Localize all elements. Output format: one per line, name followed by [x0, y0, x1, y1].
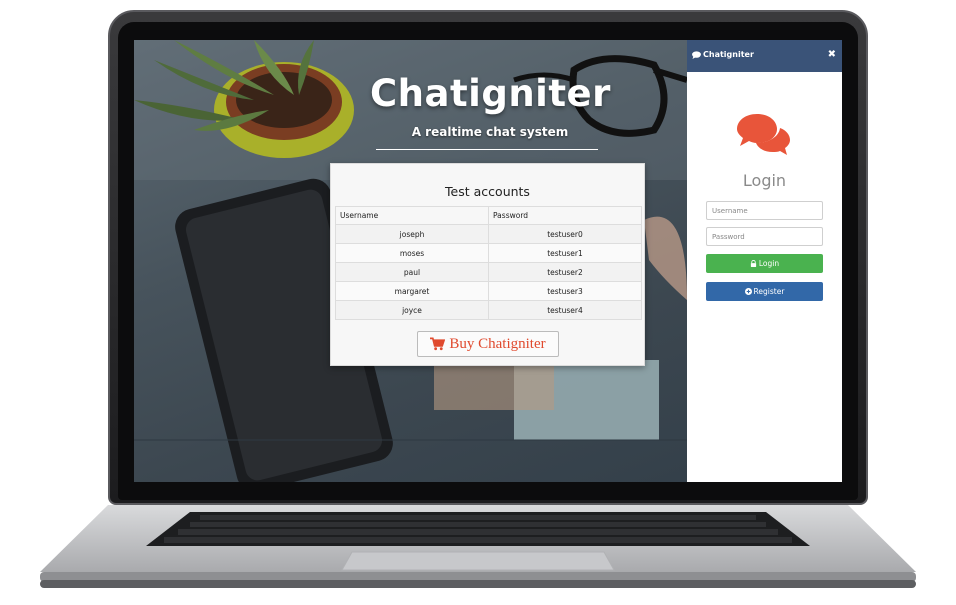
username-cell: joyce — [335, 300, 489, 320]
table-header-row: Username Password — [335, 206, 642, 225]
register-button-label: Register — [753, 287, 785, 296]
cart-icon — [430, 337, 446, 351]
password-cell: testuser0 — [488, 224, 642, 244]
buy-chatigniter-button[interactable]: Buy Chatigniter — [417, 331, 559, 357]
chat-login-panel: Chatigniter ✖ Login Login Register — [687, 40, 842, 482]
username-input[interactable] — [706, 201, 823, 220]
chat-bubble-icon — [692, 50, 701, 59]
table-row: margaret testuser3 — [335, 281, 642, 301]
username-cell: paul — [335, 262, 489, 282]
password-cell: testuser1 — [488, 243, 642, 263]
accounts-table: Username Password joseph testuser0 moses… — [335, 206, 642, 320]
register-button[interactable]: Register — [706, 282, 823, 301]
laptop-base — [40, 500, 916, 590]
plus-circle-icon — [744, 288, 752, 295]
panel-brand: Chatigniter — [692, 50, 754, 59]
username-cell: moses — [335, 243, 489, 263]
password-cell: testuser4 — [488, 300, 642, 320]
test-accounts-card: Test accounts Username Password joseph t… — [330, 163, 645, 366]
username-cell: margaret — [335, 281, 489, 301]
card-title: Test accounts — [445, 184, 530, 199]
login-button[interactable]: Login — [706, 254, 823, 273]
password-input[interactable] — [706, 227, 823, 246]
password-cell: testuser3 — [488, 281, 642, 301]
table-row: joyce testuser4 — [335, 300, 642, 320]
column-header-password: Password — [488, 206, 642, 225]
lock-icon — [750, 260, 756, 267]
chat-bubbles-icon — [737, 114, 790, 155]
login-button-label: Login — [758, 259, 780, 268]
column-header-username: Username — [335, 206, 489, 225]
title-divider — [376, 149, 598, 150]
keyboard-deck-illustration — [40, 505, 916, 588]
page-subtitle: A realtime chat system — [411, 125, 569, 139]
username-cell: joseph — [335, 224, 489, 244]
table-row: joseph testuser0 — [335, 224, 642, 244]
panel-header: Chatigniter ✖ — [687, 40, 842, 72]
table-row: moses testuser1 — [335, 243, 642, 263]
panel-header-title: Chatigniter — [703, 50, 754, 59]
login-title: Login — [742, 171, 787, 190]
password-cell: testuser2 — [488, 262, 642, 282]
close-icon[interactable]: ✖ — [828, 49, 836, 60]
page-title: Chatigniter — [370, 72, 611, 115]
laptop-screen: Chatigniter A realtime chat system Test … — [134, 40, 842, 482]
buy-button-label: Buy Chatigniter — [449, 335, 546, 352]
table-row: paul testuser2 — [335, 262, 642, 282]
